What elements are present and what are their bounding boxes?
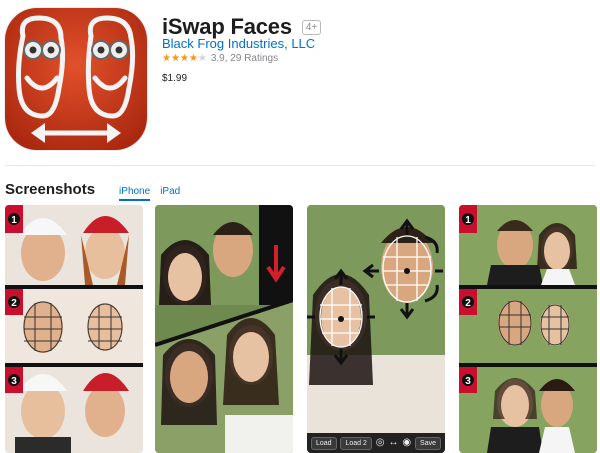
app-icon bbox=[5, 8, 147, 150]
step-2-label-b: 2 bbox=[465, 298, 471, 309]
step-1-label-b: 1 bbox=[465, 215, 471, 226]
tab-iphone[interactable]: iPhone bbox=[119, 186, 151, 201]
step-3-label: 3 bbox=[11, 376, 17, 387]
save-button[interactable]: Save bbox=[415, 436, 441, 450]
load-button[interactable]: Load bbox=[310, 436, 337, 450]
step-2-label: 2 bbox=[11, 298, 17, 309]
screenshot-3[interactable]: Load Load 2 ◎ ↔ ◉ Save bbox=[307, 205, 445, 453]
screenshots-title: Screenshots bbox=[5, 181, 96, 198]
age-rating-badge: 4+ bbox=[301, 19, 322, 35]
screenshot-4[interactable]: 1 2 3 bbox=[459, 205, 597, 453]
load-2-button[interactable]: Load 2 bbox=[340, 436, 372, 450]
rating-row: ★★★★★ 3.9, 29 Ratings bbox=[162, 53, 278, 64]
screenshots-header: Screenshots iPhone iPad bbox=[5, 181, 180, 201]
editor-toolbar: Load Load 2 ◎ ↔ ◉ Save bbox=[307, 433, 445, 453]
face-grid-icon[interactable]: ◎ bbox=[376, 438, 385, 448]
tab-ipad[interactable]: iPad bbox=[160, 186, 180, 197]
eye-icon[interactable]: ◉ bbox=[402, 438, 411, 448]
step-1-label: 1 bbox=[11, 215, 17, 226]
star-rating-icon: ★★★★★ bbox=[162, 53, 207, 64]
swap-faces-logo-icon bbox=[5, 8, 147, 150]
rating-text: 3.9, 29 Ratings bbox=[210, 53, 279, 64]
swap-arrows-icon[interactable]: ↔ bbox=[388, 438, 398, 448]
section-divider bbox=[5, 165, 595, 166]
screenshot-1[interactable]: 1 2 3 bbox=[5, 205, 143, 453]
developer-link[interactable]: Black Frog Industries, LLC bbox=[162, 36, 315, 51]
step-3-label-b: 3 bbox=[465, 376, 471, 387]
price-label: $1.99 bbox=[162, 73, 188, 84]
screenshot-2[interactable] bbox=[155, 205, 293, 453]
